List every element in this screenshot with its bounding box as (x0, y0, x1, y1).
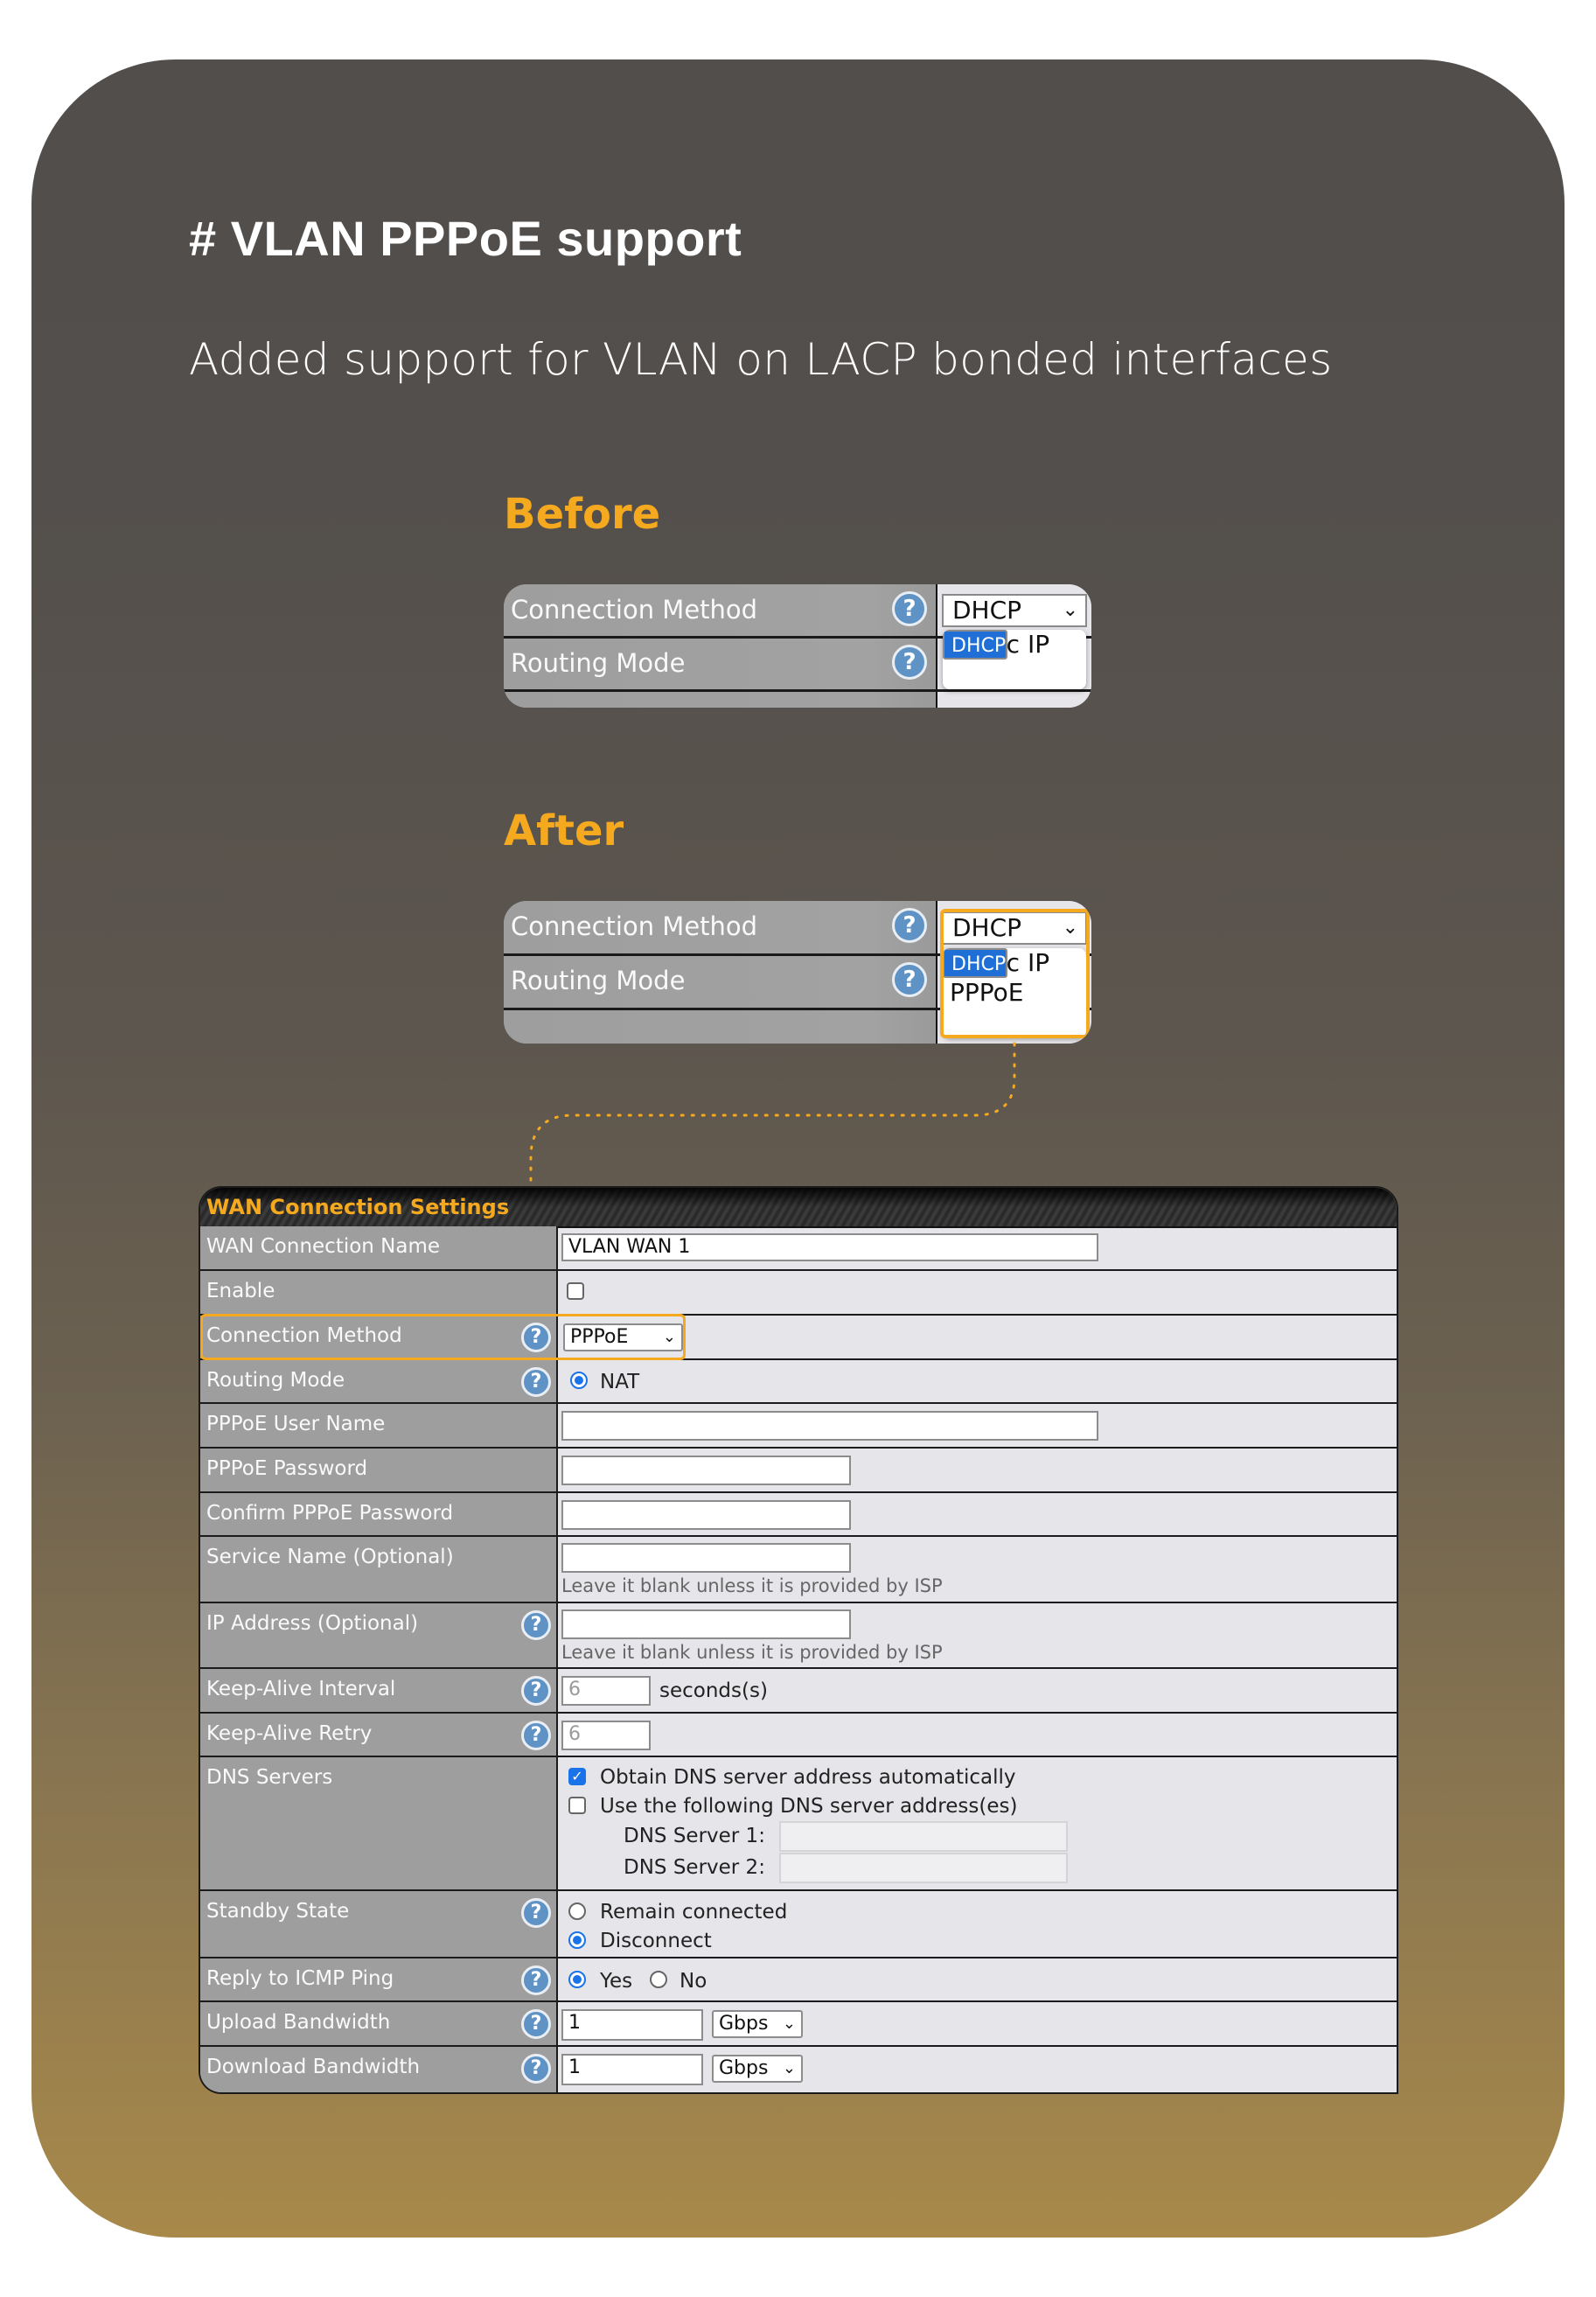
row-label: Upload Bandwidth (206, 2011, 391, 2034)
row-label: Service Name (Optional) (206, 1546, 454, 1568)
row-label: Keep-Alive Retry (206, 1722, 373, 1745)
wan-connection-name-input[interactable]: VLAN WAN 1 (561, 1233, 1098, 1261)
dns-server-1-label: DNS Server 1: (624, 1825, 765, 1847)
icmp-no-radio[interactable] (650, 1971, 667, 1988)
connection-method-highlight (200, 1314, 686, 1360)
table-row: Keep-Alive Retry ? 6 (200, 1714, 1397, 1757)
service-name-input[interactable] (561, 1543, 851, 1573)
table-row: PPPoE User Name (200, 1404, 1397, 1449)
dns-server-2-input[interactable] (779, 1853, 1068, 1883)
row-label: Reply to ICMP Ping (206, 1967, 394, 1990)
help-icon[interactable]: ? (521, 1898, 551, 1928)
help-icon[interactable]: ? (521, 1965, 551, 1995)
disconnect-radio[interactable] (568, 1931, 586, 1949)
table-header: WAN Connection Settings (200, 1188, 1397, 1228)
keep-alive-retry-input[interactable]: 6 (561, 1721, 651, 1750)
pppoe-username-input[interactable] (561, 1411, 1098, 1441)
dns-server-2-label: DNS Server 2: (624, 1856, 765, 1879)
dns-manual-checkbox[interactable] (568, 1797, 586, 1814)
table-row: Enable (200, 1271, 1397, 1316)
service-name-hint: Leave it blank unless it is provided by … (561, 1575, 943, 1596)
confirm-pppoe-password-input[interactable] (561, 1500, 851, 1530)
nat-radio[interactable] (570, 1372, 588, 1389)
keep-alive-interval-input[interactable]: 6 (561, 1676, 651, 1706)
table-row: Reply to ICMP Ping ? Yes No (200, 1958, 1397, 2002)
icmp-yes-radio[interactable] (568, 1971, 586, 1988)
enable-checkbox[interactable] (567, 1282, 584, 1300)
row-label: Keep-Alive Interval (206, 1678, 396, 1700)
select-value: Gbps (719, 2013, 769, 2035)
chevron-down-icon: ⌄ (782, 2014, 796, 2033)
row-label: DNS Servers (206, 1766, 333, 1789)
remain-connected-radio[interactable] (568, 1903, 586, 1920)
table-row: DNS Servers ✓ Obtain DNS server address … (200, 1757, 1397, 1891)
ip-address-hint: Leave it blank unless it is provided by … (561, 1642, 943, 1663)
table-row: Download Bandwidth ? 1 Gbps ⌄ (200, 2047, 1397, 2092)
download-unit-select[interactable]: Gbps ⌄ (712, 2055, 803, 2083)
row-label: Routing Mode (206, 1369, 345, 1392)
keep-alive-unit: seconds(s) (659, 1679, 768, 1702)
icmp-yes-label: Yes (600, 1970, 633, 1993)
row-label: WAN Connection Name (206, 1235, 441, 1258)
table-row: WAN Connection Name VLAN WAN 1 (200, 1226, 1397, 1271)
table-row: Service Name (Optional) Leave it blank u… (200, 1537, 1397, 1603)
help-icon[interactable]: ? (521, 1721, 551, 1750)
upload-unit-select[interactable]: Gbps ⌄ (712, 2010, 803, 2038)
nat-label: NAT (600, 1371, 640, 1393)
upload-bandwidth-input[interactable]: 1 (561, 2009, 703, 2041)
table-row: Upload Bandwidth ? 1 Gbps ⌄ (200, 2002, 1397, 2047)
icmp-no-label: No (680, 1970, 707, 1993)
table-row: PPPoE Password (200, 1449, 1397, 1493)
table-row: Keep-Alive Interval ? 6 seconds(s) (200, 1669, 1397, 1714)
dns-server-1-input[interactable] (779, 1821, 1068, 1852)
table-row: Confirm PPPoE Password (200, 1493, 1397, 1537)
row-label: Standby State (206, 1900, 350, 1923)
table-row: IP Address (Optional) ? Leave it blank u… (200, 1603, 1397, 1669)
row-label: IP Address (Optional) (206, 1612, 419, 1635)
select-value: Gbps (719, 2057, 769, 2079)
table-row: Routing Mode ? NAT (200, 1360, 1397, 1404)
row-label: Confirm PPPoE Password (206, 1502, 454, 1525)
help-icon[interactable]: ? (521, 1367, 551, 1397)
help-icon[interactable]: ? (521, 1676, 551, 1706)
row-label: PPPoE Password (206, 1457, 368, 1480)
help-icon[interactable]: ? (521, 2009, 551, 2039)
pppoe-password-input[interactable] (561, 1456, 851, 1485)
remain-connected-label: Remain connected (600, 1901, 788, 1923)
download-bandwidth-input[interactable]: 1 (561, 2054, 703, 2085)
row-label: Download Bandwidth (206, 2056, 421, 2078)
disconnect-label: Disconnect (600, 1930, 712, 1952)
ip-address-input[interactable] (561, 1609, 851, 1639)
row-label: PPPoE User Name (206, 1413, 386, 1435)
table-row: Standby State ? Remain connected Disconn… (200, 1891, 1397, 1958)
help-icon[interactable]: ? (521, 2054, 551, 2084)
dns-auto-checkbox[interactable]: ✓ (568, 1768, 586, 1785)
help-icon[interactable]: ? (521, 1610, 551, 1640)
dns-auto-label: Obtain DNS server address automatically (600, 1766, 1016, 1789)
chevron-down-icon: ⌄ (782, 2059, 796, 2077)
dns-manual-label: Use the following DNS server address(es) (600, 1795, 1018, 1818)
row-label: Enable (206, 1280, 275, 1302)
table-header-title: WAN Connection Settings (206, 1195, 510, 1219)
